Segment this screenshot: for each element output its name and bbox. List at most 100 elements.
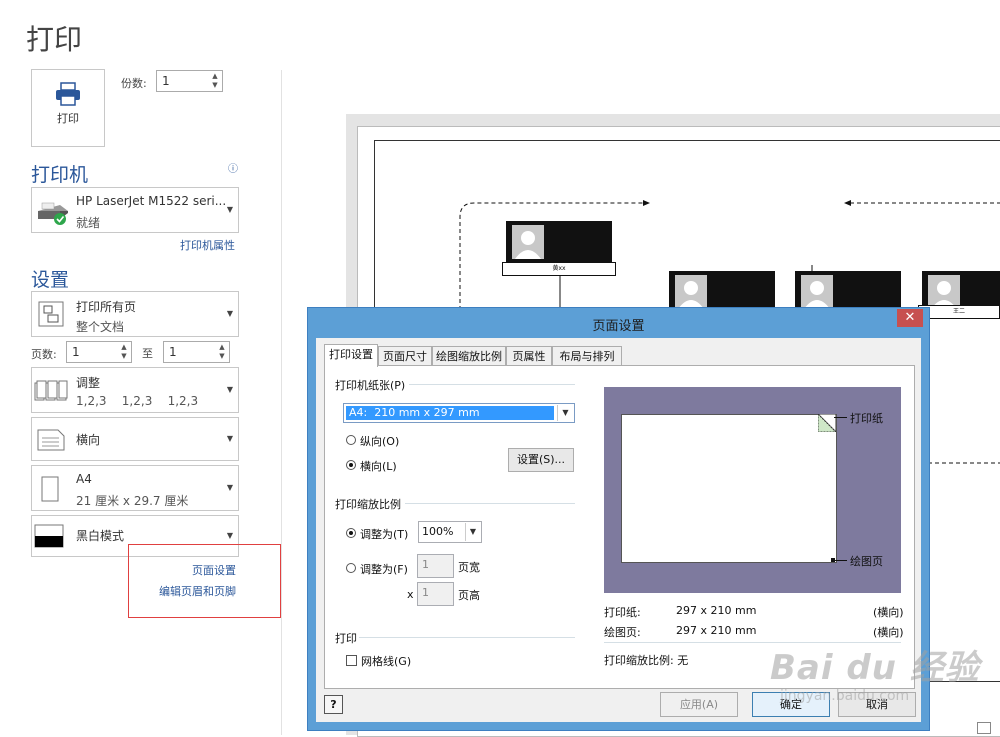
- black-white-icon: [34, 524, 64, 548]
- tab-print-setup[interactable]: 打印设置: [324, 344, 378, 367]
- copies-spinner[interactable]: 1 ▲ ▼: [156, 70, 223, 92]
- printer-properties-link[interactable]: 打印机属性: [180, 237, 235, 253]
- printer-heading: 打印机: [31, 164, 89, 186]
- person-avatar-icon: [801, 275, 833, 309]
- info-icon[interactable]: ⓘ: [228, 160, 238, 175]
- orientation-dropdown[interactable]: 横向 ▼: [31, 417, 239, 461]
- printer-status: 就绪: [76, 216, 101, 230]
- org-node-name: 王二: [918, 305, 1000, 319]
- tab-layout-routing[interactable]: 布局与排列: [552, 346, 622, 366]
- landscape-radio[interactable]: [346, 460, 356, 470]
- fit-to-label: 调整为(T): [360, 528, 409, 541]
- pages-wide-input[interactable]: 1: [417, 554, 454, 578]
- paper-size-label: A4: [76, 472, 92, 486]
- printer-setup-button[interactable]: 设置(S)...: [508, 448, 574, 472]
- dialog-title: 页面设置: [592, 319, 645, 334]
- landscape-icon: [37, 429, 65, 451]
- fit-pages-label: 调整为(F): [360, 563, 408, 576]
- group-rule: [409, 384, 575, 385]
- fit-pages-radio[interactable]: [346, 563, 356, 573]
- apply-button[interactable]: 应用(A): [660, 692, 738, 717]
- person-avatar-icon: [928, 275, 960, 309]
- dropdown-arrow-icon: ▼: [226, 309, 233, 318]
- pages-from-spinner[interactable]: 1 ▲ ▼: [66, 341, 132, 363]
- color-mode-label: 黑白模式: [76, 529, 125, 543]
- dropdown-arrow-icon: ▼: [226, 385, 233, 394]
- org-node-name: 黄xx: [502, 262, 616, 276]
- printer-name: HP LaserJet M1522 seri...: [76, 194, 227, 208]
- pages-high-label: 页高: [458, 589, 480, 602]
- fit-page-icon[interactable]: [977, 722, 991, 734]
- print-button[interactable]: 打印: [31, 69, 105, 147]
- pages-from-value: 1: [72, 345, 80, 359]
- landscape-label: 横向(L): [360, 460, 397, 473]
- printer-ready-icon: [38, 202, 68, 225]
- printer-dropdown[interactable]: HP LaserJet M1522 seri... 就绪 ▼: [31, 187, 239, 233]
- print-range-dropdown[interactable]: 打印所有页 整个文档 ▼: [31, 291, 239, 337]
- dropdown-arrow-icon[interactable]: ▼: [465, 523, 480, 541]
- print-range-label: 打印所有页: [76, 300, 137, 314]
- person-avatar-icon: [675, 275, 707, 309]
- spinner-arrows-icon[interactable]: ▲ ▼: [210, 72, 220, 90]
- print-button-label: 打印: [57, 112, 79, 125]
- dialog-titlebar[interactable]: 页面设置 ✕: [308, 308, 929, 338]
- pages-icon: [38, 301, 64, 327]
- info-paper-label: 打印纸:: [604, 606, 641, 619]
- dropdown-arrow-icon: ▼: [226, 531, 233, 540]
- baidu-watermark-url: jingyan.baidu.com: [780, 688, 910, 704]
- paper-select-value: A4: 210 mm x 297 mm: [346, 406, 554, 420]
- info-drawing-label: 绘图页:: [604, 626, 641, 639]
- pages-high-input[interactable]: 1: [417, 582, 454, 606]
- info-drawing-size: 297 x 210 mm: [676, 624, 757, 637]
- dropdown-arrow-icon: ▼: [226, 483, 233, 492]
- org-node: [669, 271, 775, 311]
- times-label: x: [407, 588, 414, 601]
- paper-select[interactable]: A4: 210 mm x 297 mm ▼: [343, 403, 575, 423]
- paper-group-label: 打印机纸张(P): [335, 379, 406, 392]
- fit-percent-value: 100%: [422, 525, 454, 538]
- dropdown-arrow-icon[interactable]: ▼: [557, 405, 573, 421]
- print-range-sub: 整个文档: [76, 320, 125, 334]
- tab-page-properties[interactable]: 页属性: [506, 346, 552, 366]
- collate-dropdown[interactable]: 调整 1,2,3 1,2,3 1,2,3 ▼: [31, 367, 239, 413]
- preview-paper-label: 打印纸: [850, 412, 883, 425]
- person-avatar-icon: [512, 225, 544, 259]
- spinner-arrows-icon[interactable]: ▲ ▼: [119, 343, 129, 361]
- org-node-right: 王二: [918, 271, 1000, 319]
- fit-percent-select[interactable]: 100% ▼: [418, 521, 482, 543]
- pages-to-label: 至: [142, 347, 153, 360]
- zoom-group-label: 打印缩放比例: [335, 498, 401, 511]
- tab-page-size[interactable]: 页面尺寸: [378, 346, 432, 366]
- settings-heading: 设置: [31, 269, 70, 291]
- pages-label: 页数:: [31, 348, 57, 361]
- tab-drawing-scale[interactable]: 绘图缩放比例: [432, 346, 506, 366]
- paper-size-dropdown[interactable]: A4 21 厘米 x 29.7 厘米 ▼: [31, 465, 239, 511]
- pages-to-spinner[interactable]: 1 ▲ ▼: [163, 341, 230, 363]
- gridlines-checkbox[interactable]: [346, 655, 357, 666]
- portrait-label: 纵向(O): [360, 435, 400, 448]
- info-paper-size: 297 x 210 mm: [676, 604, 757, 617]
- org-node: [795, 271, 901, 311]
- collate-sub: 1,2,3 1,2,3 1,2,3: [76, 394, 199, 408]
- group-rule: [359, 637, 575, 638]
- copies-value: 1: [162, 74, 170, 88]
- portrait-radio[interactable]: [346, 435, 356, 445]
- copies-label: 份数:: [121, 77, 147, 90]
- org-node-top: 黄xx: [502, 221, 616, 276]
- pages-wide-label: 页宽: [458, 561, 480, 574]
- page-title: 打印: [26, 23, 83, 56]
- gridlines-label: 网格线(G): [361, 655, 412, 668]
- printer-icon: [56, 82, 80, 106]
- help-icon[interactable]: ?: [324, 695, 343, 714]
- fit-to-radio[interactable]: [346, 528, 356, 538]
- group-rule: [405, 503, 575, 504]
- collate-label: 调整: [76, 376, 101, 390]
- dropdown-arrow-icon: ▼: [226, 205, 233, 214]
- info-drawing-orient: (横向): [873, 626, 904, 639]
- close-icon[interactable]: ✕: [897, 309, 923, 327]
- highlight-box: [128, 544, 281, 618]
- paper-callout-line: [834, 417, 847, 418]
- pages-to-value: 1: [169, 345, 177, 359]
- print-group-label: 打印: [335, 632, 357, 645]
- spinner-arrows-icon[interactable]: ▲ ▼: [217, 343, 227, 361]
